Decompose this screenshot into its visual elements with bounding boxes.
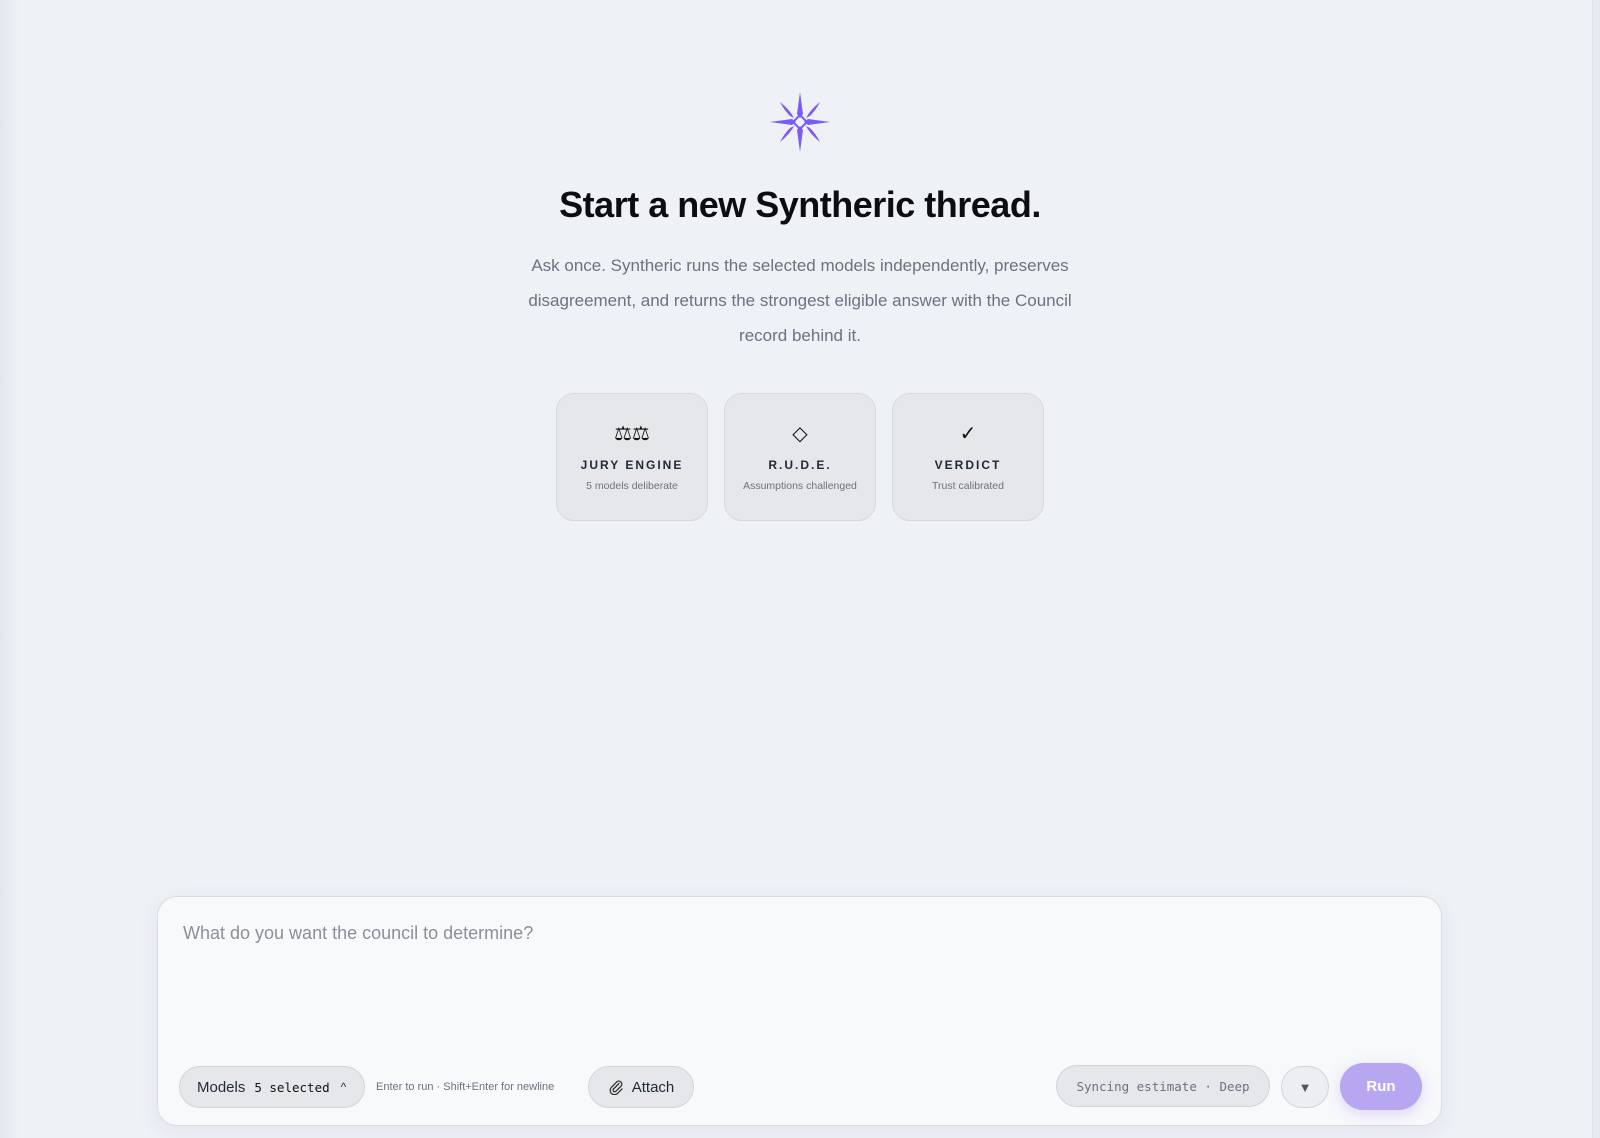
caret-up-icon: ^ (340, 1080, 347, 1094)
page-title: Start a new Syntheric thread. (559, 184, 1041, 225)
feature-card-rude[interactable]: ◇ R.U.D.E. Assumptions challenged (724, 393, 876, 521)
feature-card-title: R.U.D.E. (768, 458, 832, 472)
scales-icon: ⚖⚖ (614, 421, 650, 445)
feature-card-subtitle: Trust calibrated (932, 480, 1004, 492)
prompt-input[interactable]: What do you want the council to determin… (183, 923, 533, 944)
mode-dropdown-button[interactable]: ▼ (1281, 1066, 1329, 1108)
attach-label: Attach (631, 1078, 675, 1096)
run-button[interactable]: Run (1340, 1063, 1422, 1110)
app-page: Start a new Syntheric thread. Ask once. … (0, 0, 1600, 1138)
keyboard-hint: Enter to run · Shift+Enter for newline (376, 1081, 555, 1093)
page-subtitle: Ask once. Syntheric runs the selected mo… (528, 256, 1072, 345)
estimate-badge[interactable]: Syncing estimate · Deep (1056, 1065, 1270, 1107)
hero-section: Start a new Syntheric thread. Ask once. … (0, 90, 1600, 521)
feature-card-title: JURY ENGINE (580, 458, 684, 472)
feature-card-jury-engine[interactable]: ⚖⚖ JURY ENGINE 5 models deliberate (556, 393, 708, 521)
feature-cards: ⚖⚖ JURY ENGINE 5 models deliberate ◇ R.U… (556, 393, 1044, 521)
starburst-logo-icon (770, 92, 830, 152)
feature-card-subtitle: 5 models deliberate (586, 480, 678, 492)
paperclip-icon (609, 1080, 623, 1095)
checkmark-icon: ✓ (959, 421, 977, 445)
caret-down-icon: ▼ (1298, 1079, 1312, 1095)
feature-card-title: VERDICT (934, 458, 1002, 472)
attach-button[interactable]: Attach (588, 1066, 694, 1108)
diamond-icon: ◇ (792, 421, 808, 445)
models-label: Models (197, 1078, 246, 1096)
feature-card-verdict[interactable]: ✓ VERDICT Trust calibrated (892, 393, 1044, 521)
models-count: 5 selected (254, 1079, 330, 1095)
models-selector-button[interactable]: Models 5 selected ^ (179, 1066, 365, 1108)
prompt-composer: What do you want the council to determin… (157, 896, 1442, 1126)
feature-card-subtitle: Assumptions challenged (743, 480, 857, 492)
